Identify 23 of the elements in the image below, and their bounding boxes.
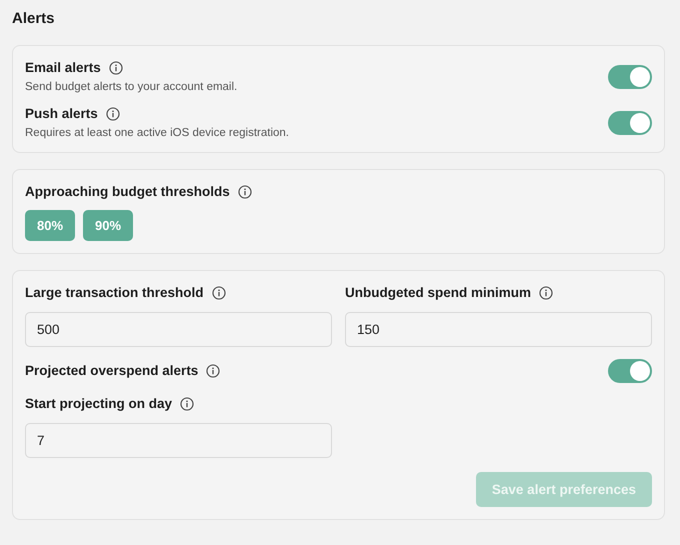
info-icon[interactable] [108,61,123,75]
input-field[interactable]: 7 [25,423,332,458]
field-label: Unbudgeted spend minimum [345,284,532,302]
toggle-switch[interactable] [608,359,652,383]
info-icon[interactable] [539,286,554,300]
field-label: Start projecting on day [25,395,172,413]
info-icon[interactable] [206,364,220,378]
setting-label: Push alerts [25,105,98,123]
field-label: Large transaction threshold [25,284,204,302]
info-icon[interactable] [238,185,252,199]
info-icon[interactable] [212,286,226,300]
info-icon[interactable] [180,397,194,411]
input-field[interactable]: 150 [345,312,652,347]
setting-description: Requires at least one active iOS device registration. [25,126,289,141]
toggle-switch[interactable] [608,111,652,135]
setting-label: Email alerts [25,59,101,77]
section-title: Alerts [12,10,56,28]
setting-label: Projected overspend alerts [25,362,198,380]
setting-description: Send budget alerts to your account email. [25,80,238,95]
toggle-switch[interactable] [608,65,652,89]
setting-label: Approaching budget thresholds [25,183,230,201]
input-field[interactable]: 500 [25,312,332,347]
info-icon[interactable] [106,107,120,121]
